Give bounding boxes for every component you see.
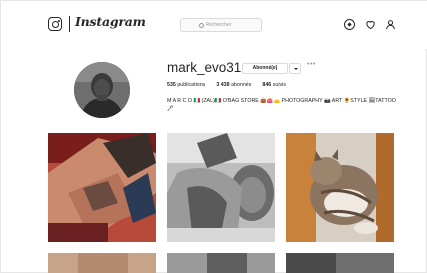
search-box[interactable] <box>180 18 262 32</box>
stat-posts-value: 535 <box>167 82 176 88</box>
posts-grid <box>48 133 394 273</box>
post-row2-1[interactable] <box>48 253 156 273</box>
stat-posts: 535 publications <box>167 82 205 88</box>
stat-following-value: 846 <box>262 82 272 88</box>
profile-bio: M A R C O 🇮🇹 (ZAL)🇮🇹 O'BAG STORE 👜👛👝 PHO… <box>167 98 396 112</box>
instagram-wordmark[interactable]: Instagram <box>75 14 146 29</box>
stat-posts-label: publications <box>177 82 206 88</box>
post-cat-lying[interactable] <box>286 133 394 242</box>
post-man-lying-tattoo[interactable] <box>48 133 156 242</box>
profile-username: mark_evo31 <box>167 60 242 75</box>
profile-stats: 535 publications 3 438 abonnés 846 suivi… <box>167 82 286 88</box>
instagram-logo-icon[interactable] <box>48 17 62 31</box>
top-navigation-bar: Instagram <box>1 1 427 49</box>
follow-dropdown-button[interactable] <box>289 63 301 74</box>
profile-avatar[interactable] <box>74 62 130 118</box>
following-button[interactable]: Abonné(e) <box>242 63 288 74</box>
logo-divider <box>69 16 70 32</box>
search-icon <box>198 22 204 28</box>
person-icon[interactable] <box>385 19 396 30</box>
stat-following[interactable]: 846 suivis <box>262 82 286 88</box>
post-row2-3[interactable] <box>286 253 394 273</box>
post-row2-2[interactable] <box>167 253 275 273</box>
search-input[interactable] <box>205 22 244 28</box>
post-man-shirtless-tattoo-bw[interactable] <box>167 133 275 242</box>
compass-icon[interactable] <box>344 19 355 30</box>
instagram-profile-page: Instagram mark_evo31 Abonné(e) ••• 535 p… <box>0 0 427 273</box>
heart-icon[interactable] <box>365 19 376 30</box>
stat-followers-label: abonnés <box>231 82 252 88</box>
stat-followers[interactable]: 3 438 abonnés <box>216 82 251 88</box>
stat-following-label: suivis <box>272 82 286 88</box>
more-options-icon[interactable]: ••• <box>307 61 316 68</box>
stat-followers-value: 3 438 <box>216 82 230 88</box>
